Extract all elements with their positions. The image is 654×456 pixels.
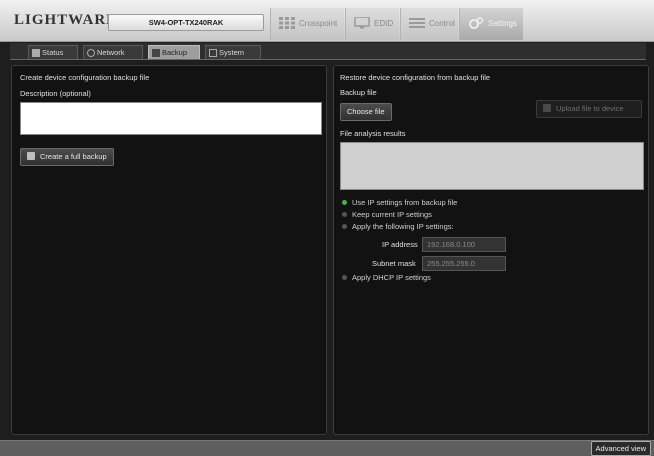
restore-title: Restore device configuration from backup… [340, 73, 491, 82]
top-header: LIGHTWARE SW4-OPT-TX240RAK Crosspoint ED… [0, 0, 654, 42]
control-icon [409, 18, 425, 28]
tab-settings[interactable]: Settings [459, 8, 523, 40]
subtab-network-label: Network [97, 48, 125, 57]
create-backup-button[interactable]: Create a full backup [20, 148, 114, 166]
radio-apply-dhcp-label: Apply DHCP IP settings [352, 273, 431, 282]
monitor-icon [354, 17, 370, 29]
bottom-bar [0, 440, 654, 456]
subtab-system-label: System [219, 48, 245, 57]
analysis-results-box [340, 142, 644, 190]
upload-file-label: Upload file to device [556, 104, 624, 113]
radio-dot-icon [342, 200, 347, 205]
radio-dot-icon [342, 275, 347, 280]
tab-edid-label: EDID [374, 19, 394, 28]
network-icon [87, 49, 95, 57]
create-backup-label: Create a full backup [40, 152, 107, 161]
subtab-network[interactable]: Network [83, 45, 143, 59]
radio-keep-current-ip-label: Keep current IP settings [352, 210, 432, 219]
subnet-mask-input[interactable]: 255.255.255.0 [422, 256, 506, 271]
radio-apply-dhcp[interactable]: Apply DHCP IP settings [340, 273, 431, 282]
backup-title: Create device configuration backup file [20, 73, 150, 82]
radio-dot-icon [342, 212, 347, 217]
ip-address-input[interactable]: 192.168.0.100 [422, 237, 506, 252]
upload-file-button[interactable]: Upload file to device [536, 100, 642, 118]
tab-control-label: Control [429, 19, 455, 28]
subtab-status-label: Status [42, 48, 64, 57]
description-input[interactable] [20, 102, 322, 135]
radio-apply-following-ip[interactable]: Apply the following IP settings: [340, 222, 454, 231]
backup-file-label: Backup file [340, 88, 377, 97]
save-icon [27, 152, 35, 160]
radio-use-backup-ip[interactable]: Use IP settings from backup file [340, 198, 457, 207]
device-name-display: SW4-OPT-TX240RAK [108, 14, 264, 31]
subnet-mask-label: Subnet mask [372, 259, 416, 268]
subtab-backup-label: Backup [162, 48, 188, 57]
subtab-system[interactable]: System [205, 45, 261, 59]
subtab-bar: Status Network Backup System [10, 43, 646, 60]
crosspoint-icon [279, 17, 295, 29]
advanced-view-button[interactable]: Advanced view [590, 441, 651, 456]
backup-panel: Create device configuration backup file … [11, 65, 327, 435]
choose-file-button[interactable]: Choose file [340, 103, 392, 121]
backup-icon [152, 49, 160, 57]
radio-dot-icon [342, 224, 347, 229]
subtab-backup[interactable]: Backup [148, 45, 200, 59]
tab-crosspoint[interactable]: Crosspoint [270, 8, 344, 40]
restore-panel: Restore device configuration from backup… [333, 65, 649, 435]
status-icon [32, 49, 40, 57]
tab-control[interactable]: Control [400, 8, 458, 40]
ip-address-label: IP address [382, 240, 418, 249]
tab-edid[interactable]: EDID [345, 8, 399, 40]
subtab-status[interactable]: Status [28, 45, 78, 59]
system-icon [209, 49, 217, 57]
analysis-label: File analysis results [340, 129, 406, 138]
description-label: Description (optional) [20, 89, 91, 98]
logo: LIGHTWARE [14, 12, 118, 28]
lock-icon [543, 104, 551, 112]
radio-keep-current-ip[interactable]: Keep current IP settings [340, 210, 432, 219]
tab-settings-label: Settings [488, 19, 517, 28]
radio-use-backup-ip-label: Use IP settings from backup file [352, 198, 458, 207]
radio-apply-following-ip-label: Apply the following IP settings: [352, 222, 454, 231]
gear-icon [469, 17, 484, 29]
tab-crosspoint-label: Crosspoint [299, 19, 338, 28]
